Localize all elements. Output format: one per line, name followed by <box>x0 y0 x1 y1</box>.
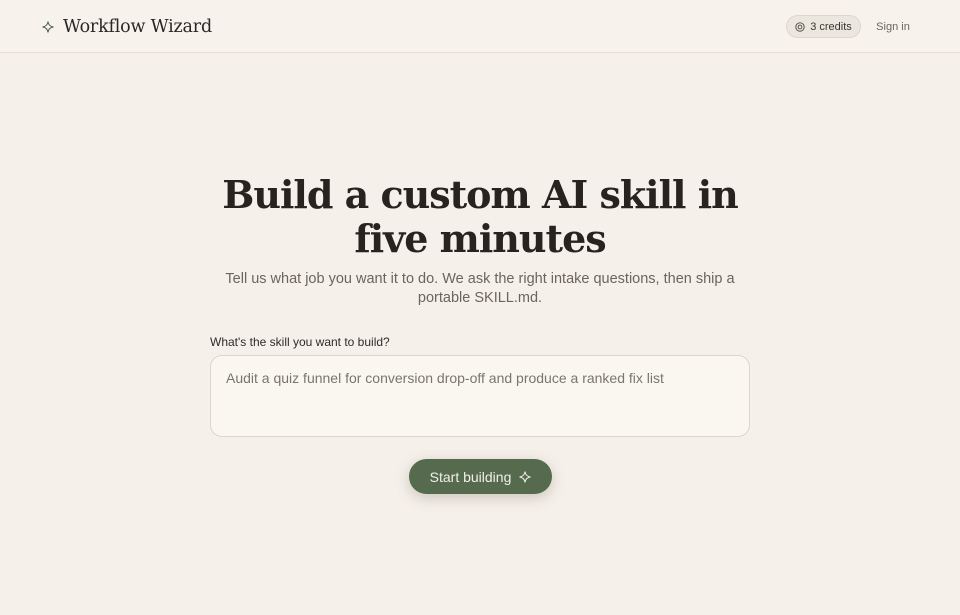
credits-label: 3 credits <box>810 20 852 33</box>
sparkle-icon <box>519 470 531 483</box>
skill-description-input[interactable] <box>210 355 750 437</box>
skill-input-label: What's the skill you want to build? <box>210 335 390 349</box>
brand-logo[interactable]: Workflow Wizard <box>42 14 212 40</box>
start-building-label: Start building <box>429 468 512 485</box>
credits-badge[interactable]: 3 credits <box>786 15 861 38</box>
top-bar: Workflow Wizard 3 credits Sign in <box>0 0 960 53</box>
brand-name: Workflow Wizard <box>63 17 212 37</box>
page-subtitle: Tell us what job you want it to do. We a… <box>225 271 735 306</box>
page-title: Build a custom AI skill in five minutes <box>222 172 739 261</box>
sign-in-link[interactable]: Sign in <box>872 19 914 35</box>
coin-icon <box>795 21 805 32</box>
sparkle-icon <box>42 21 54 33</box>
start-building-button[interactable]: Start building <box>409 459 552 494</box>
